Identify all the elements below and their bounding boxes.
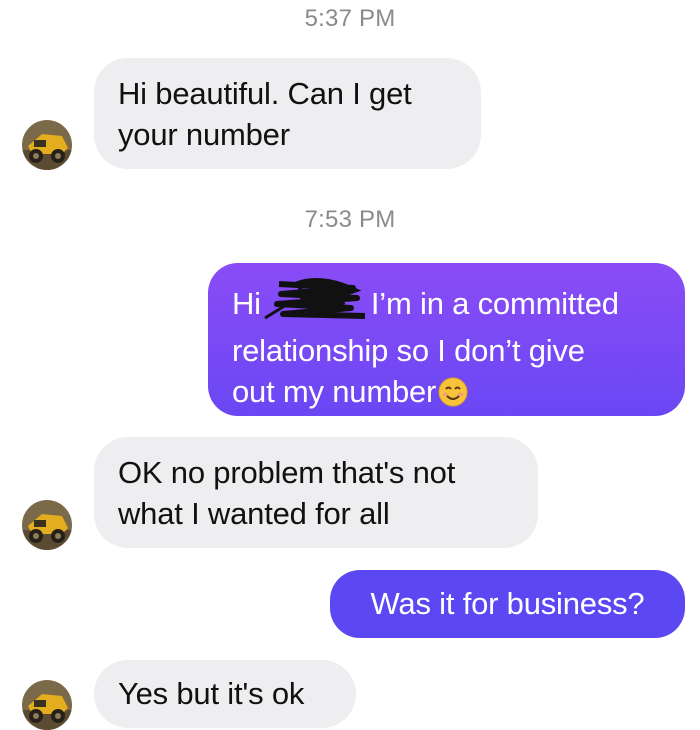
message-bubble-incoming[interactable]: Yes but it's ok <box>94 660 356 728</box>
message-bubble-outgoing[interactable]: Hi I’m in a committed relationship so I … <box>208 263 685 416</box>
message-bubble-incoming[interactable]: Hi beautiful. Can I get your number <box>94 58 481 169</box>
contact-avatar-icon[interactable] <box>22 500 72 550</box>
message-bubble-outgoing[interactable]: Was it for business? <box>330 570 685 638</box>
timestamp: 7:53 PM <box>304 206 396 233</box>
contact-avatar-icon[interactable] <box>22 680 72 730</box>
smiling-face-emoji <box>438 376 468 417</box>
contact-avatar-icon[interactable] <box>22 120 72 170</box>
redaction-scribble-icon <box>261 278 371 330</box>
message-bubble-incoming[interactable]: OK no problem that's not what I wanted f… <box>94 437 538 548</box>
message-text: Hi <box>232 286 261 321</box>
timestamp: 5:37 PM <box>304 5 396 32</box>
